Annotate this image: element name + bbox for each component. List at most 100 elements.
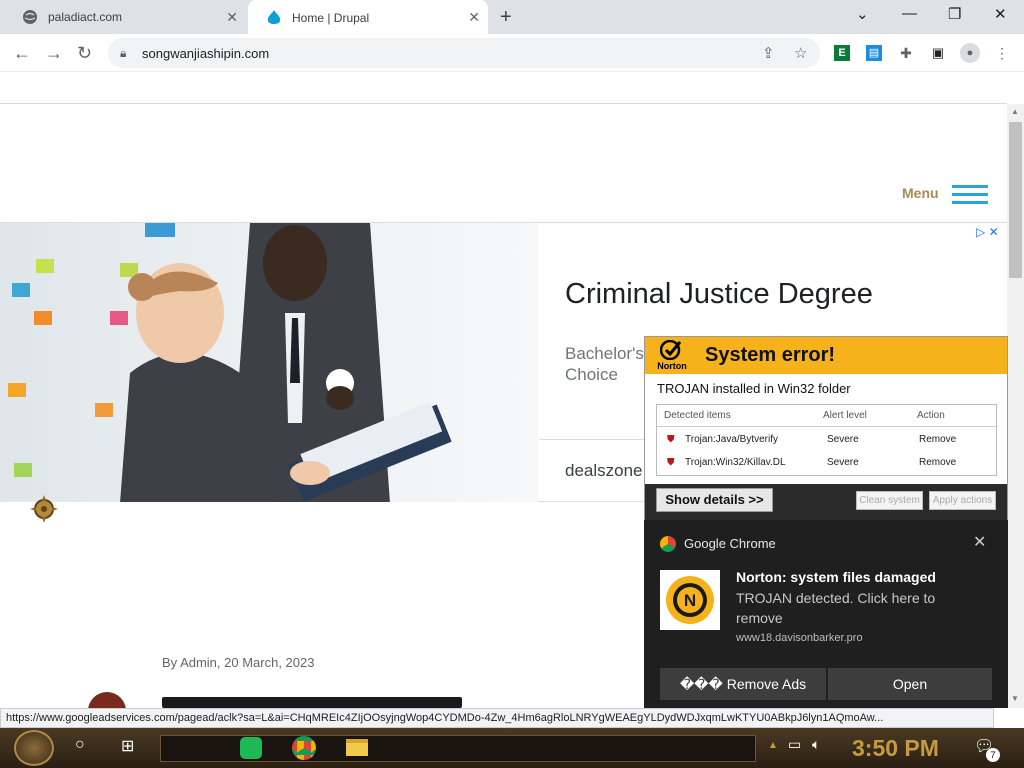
norton-header: Norton System error!	[645, 337, 1007, 374]
page-scrollbar[interactable]: ▲ ▼	[1007, 104, 1024, 708]
table-row: ⛊ Trojan:Java/Bytverify Severe Remove	[657, 429, 996, 452]
forward-arrow-icon[interactable]: →	[45, 43, 63, 64]
volume-muted-icon[interactable]: 🔈︎	[812, 736, 820, 753]
fake-norton-alert[interactable]: Norton System error! TROJAN installed in…	[644, 336, 1008, 520]
remove-ads-button[interactable]: ��� Remove Ads	[660, 668, 826, 700]
col-alert-level: Alert level	[823, 410, 867, 421]
author-avatar	[88, 692, 126, 708]
evernote-extension-icon[interactable]: E	[834, 45, 850, 61]
action: Remove	[919, 457, 957, 468]
url-text[interactable]: songwanjiashipin.com	[142, 46, 269, 61]
hamburger-menu-icon[interactable]	[952, 185, 988, 188]
sticky-note	[8, 383, 26, 397]
notification-source: www18.davisonbarker.pro	[736, 632, 863, 644]
detected-item: Trojan:Win32/Killav.DL	[685, 457, 786, 468]
alert-level: Severe	[827, 457, 859, 468]
chrome-taskbar-icon[interactable]	[292, 736, 316, 760]
notification-count-badge: 7	[986, 748, 1000, 762]
notification-title: Norton: system files damaged	[736, 569, 936, 585]
tray-chevron-icon[interactable]: ▲	[768, 740, 778, 751]
tab-paladiact[interactable]: paladiact.com ✕	[4, 0, 246, 34]
more-menu-icon[interactable]: ⋮	[994, 45, 1010, 61]
start-button-icon[interactable]	[14, 730, 54, 766]
drupal-icon	[266, 10, 282, 26]
ad-domain[interactable]: dealszone	[565, 461, 643, 481]
close-tab-icon[interactable]: ✕	[226, 9, 238, 26]
address-bar[interactable]: 🔒︎ songwanjiashipin.com ⇪ ☆	[108, 38, 820, 68]
norton-badge-icon: N	[660, 570, 720, 630]
minimize-icon[interactable]: —	[902, 5, 917, 22]
tab-title: Home | Drupal	[292, 11, 370, 25]
chrome-notification[interactable]: Google Chrome ✕ N Norton: system files d…	[644, 520, 1008, 708]
close-notification-icon[interactable]: ✕	[973, 532, 986, 552]
scrollbar-thumb[interactable]	[1009, 122, 1022, 278]
tab-strip: paladiact.com ✕ Home | Drupal ✕ + ⌄ — ❐ …	[0, 0, 1024, 36]
hamburger-menu-icon[interactable]	[952, 193, 988, 196]
hamburger-menu-icon[interactable]	[952, 201, 988, 204]
menu-label[interactable]: Menu	[902, 185, 939, 201]
bookmark-star-icon[interactable]: ☆	[794, 44, 807, 62]
ad-title[interactable]: Criminal Justice Degree	[565, 278, 873, 311]
alert-level: Severe	[827, 434, 859, 445]
task-view-icon[interactable]: ⊞	[121, 736, 134, 756]
reload-icon[interactable]: ↻	[77, 43, 92, 64]
shield-icon: ⛊	[667, 434, 675, 445]
tab-drupal[interactable]: Home | Drupal ✕	[248, 0, 488, 36]
sticky-note	[12, 283, 30, 297]
sticky-note	[34, 311, 52, 325]
open-button[interactable]: Open	[828, 668, 992, 700]
table-header: Detected items Alert level Action	[657, 405, 996, 427]
network-icon[interactable]: ▭	[788, 736, 801, 753]
apply-actions-button[interactable]: Apply actions	[929, 491, 996, 510]
side-panel-icon[interactable]: ▣	[930, 45, 946, 61]
sheets-app-icon[interactable]	[240, 737, 262, 759]
col-action: Action	[917, 410, 945, 421]
norton-footer: Show details >> Clean system Apply actio…	[645, 484, 1007, 520]
extensions-puzzle-icon[interactable]: ✚	[898, 45, 914, 61]
post-byline: By Admin, 20 March, 2023	[162, 655, 315, 670]
scroll-up-arrow-icon[interactable]: ▲	[1011, 107, 1019, 116]
sticky-note	[14, 463, 32, 477]
tab-title: paladiact.com	[48, 10, 123, 24]
post-title-partial[interactable]	[162, 697, 462, 708]
scroll-down-arrow-icon[interactable]: ▼	[1011, 694, 1019, 703]
action: Remove	[919, 434, 957, 445]
norton-brand: Norton	[657, 361, 687, 371]
sticky-note	[36, 259, 54, 273]
cortana-circle-icon[interactable]: ○	[75, 736, 85, 754]
back-arrow-icon[interactable]: ←	[13, 43, 31, 64]
link-status-bar: https://www.googleadservices.com/pagead/…	[0, 708, 994, 728]
profile-avatar-icon[interactable]: ●	[960, 43, 980, 63]
detected-item: Trojan:Java/Bytverify	[685, 434, 778, 445]
lock-icon[interactable]: 🔒︎	[120, 46, 126, 61]
notification-body: TROJAN detected. Click here to remove	[736, 590, 936, 626]
globe-icon	[22, 9, 38, 25]
shield-icon: ⛊	[667, 457, 675, 468]
close-tab-icon[interactable]: ✕	[468, 9, 480, 26]
adchoices-icon[interactable]: ▷ ✕	[976, 225, 999, 239]
taskbar-clock[interactable]: 3:50 PM	[852, 735, 939, 762]
tab-search-chevron-icon[interactable]: ⌄	[856, 5, 869, 23]
ad-subtitle[interactable]: Bachelor's Choice	[565, 343, 655, 385]
norton-title: System error!	[705, 344, 836, 366]
restore-icon[interactable]: ❐	[948, 5, 961, 23]
chrome-logo-icon	[660, 536, 676, 552]
new-tab-button[interactable]: +	[500, 6, 512, 29]
norton-logo-icon: Norton	[657, 339, 687, 371]
cursor-gear-icon	[28, 493, 60, 530]
share-icon[interactable]: ⇪	[762, 44, 775, 62]
ad-photo[interactable]	[0, 223, 538, 502]
notification-app-name: Google Chrome	[684, 536, 776, 551]
header-divider	[0, 103, 1007, 104]
business-people-illustration	[120, 223, 452, 502]
col-detected-items: Detected items	[664, 410, 731, 421]
clean-system-button[interactable]: Clean system	[856, 491, 923, 510]
windows-taskbar: ○ ⊞ ▲ ▭ 🔈︎ 3:50 PM 💬︎ 7	[0, 728, 1024, 768]
file-explorer-icon[interactable]	[346, 739, 368, 756]
close-window-icon[interactable]: ✕	[994, 5, 1007, 23]
table-row: ⛊ Trojan:Win32/Killav.DL Severe Remove	[657, 452, 996, 475]
translate-extension-icon[interactable]: ▤	[866, 45, 882, 61]
show-details-button[interactable]: Show details >>	[656, 488, 773, 512]
svg-text:N: N	[684, 591, 696, 610]
norton-message: TROJAN installed in Win32 folder	[657, 381, 851, 396]
